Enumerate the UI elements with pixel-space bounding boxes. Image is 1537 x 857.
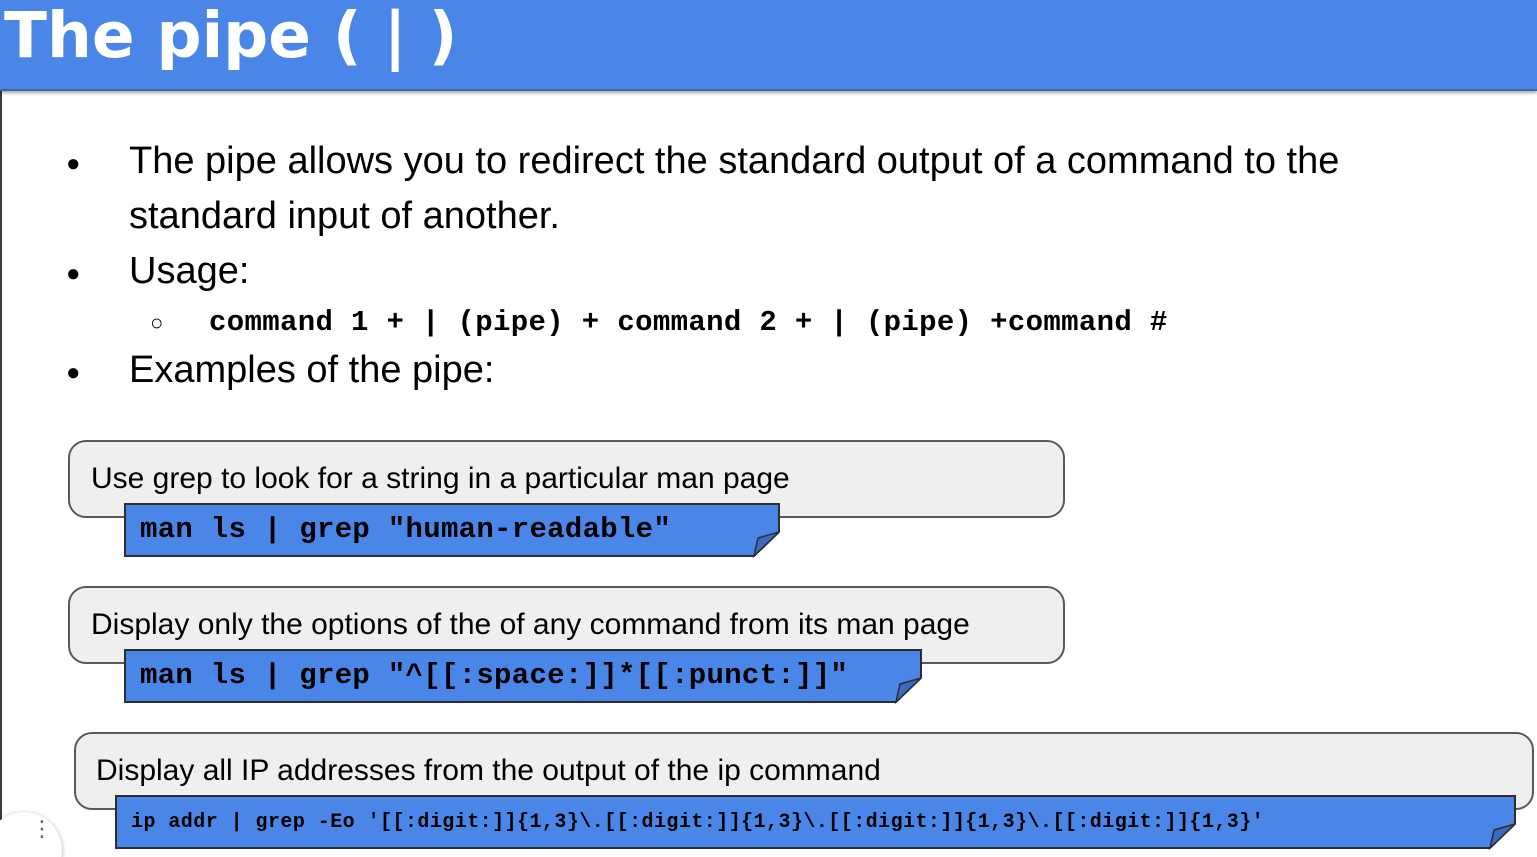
- slide-title: The pipe ( | ): [4, 0, 458, 72]
- example-description: Display all IP addresses from the output…: [96, 754, 881, 787]
- bullet-text-line: The pipe allows you to redirect the stan…: [129, 140, 1340, 182]
- bullet-text-examples: Examples of the pipe:: [129, 349, 495, 391]
- example-code: man ls | grep "human-readable": [140, 513, 672, 546]
- example-description: Use grep to look for a string in a parti…: [91, 462, 790, 495]
- bullet-text-usage: Usage:: [129, 250, 250, 292]
- slide-header: The pipe ( | ): [0, 0, 1537, 91]
- bullet-marker: ●: [66, 260, 81, 287]
- usage-code: command 1 + | (pipe) + command 2 + | (pi…: [209, 306, 1168, 339]
- vertical-dots-icon[interactable]: ⋮: [31, 819, 53, 841]
- example-description: Display only the options of the of any c…: [91, 608, 970, 641]
- example-code: man ls | grep "^[[:space:]]*[[:punct:]]": [140, 659, 849, 692]
- vertical-dots-glyph: ⋮: [31, 817, 53, 842]
- example-code: ip addr | grep -Eo '[[:digit:]]{1,3}\.[[…: [131, 811, 1265, 834]
- bullet-text-line: standard input of another.: [129, 195, 560, 237]
- sub-bullet-marker: ○: [150, 310, 164, 335]
- bullet-marker: ●: [66, 359, 81, 386]
- slide-left-edge: [0, 0, 2, 857]
- bullet-marker: ●: [66, 150, 81, 177]
